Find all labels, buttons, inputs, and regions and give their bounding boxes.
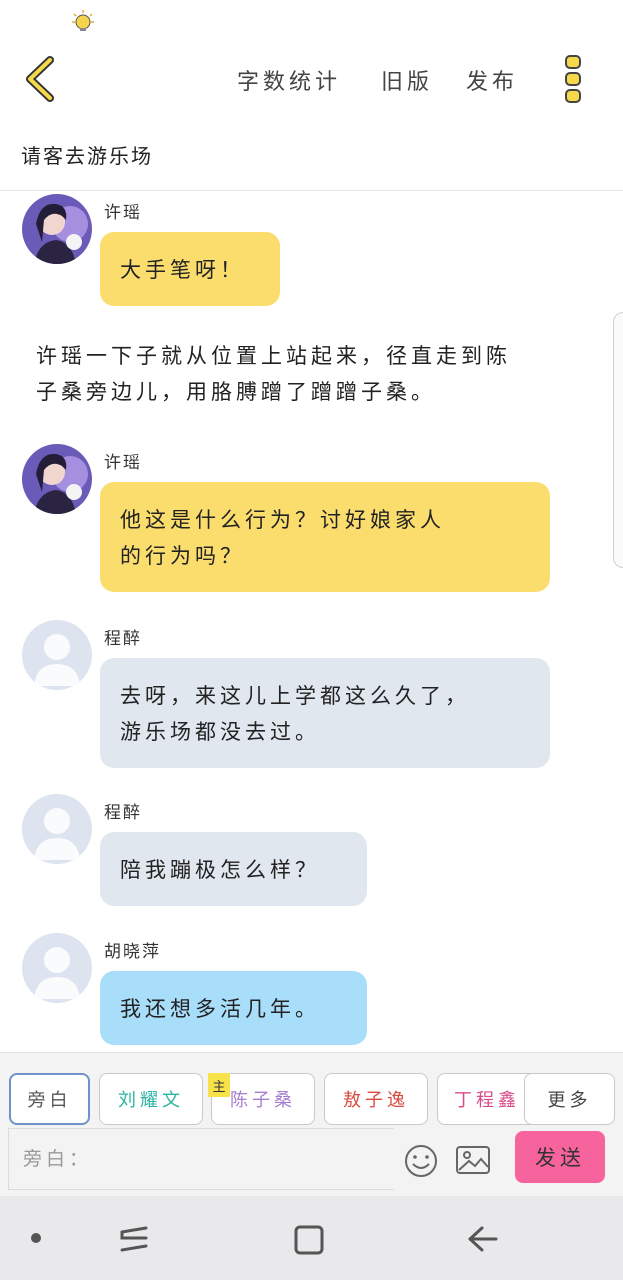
message-input[interactable] [9,1129,394,1189]
default-avatar-icon [22,620,92,690]
recent-apps-icon[interactable] [118,1224,150,1254]
message-bubble[interactable]: 我还想多活几年。 [100,971,367,1045]
sender-name: 程醉 [104,803,142,823]
chapter-title: 请客去游乐场 [21,144,153,168]
avatar-photo-icon [22,444,92,514]
narration-line: 许瑶一下子就从位置上站起来，径直走到陈 [36,344,511,368]
default-avatar-icon [22,794,92,864]
role-tab-ding-chengxin[interactable]: 丁程鑫 [437,1073,537,1125]
sender-name: 胡晓萍 [104,942,161,962]
compose-panel: 旁白 刘耀文 陈子桑 主 敖子逸 丁程鑫 更多 发送 [0,1052,623,1196]
more-roles-button[interactable]: 更多 [524,1073,615,1125]
sender-name: 程醉 [104,629,142,649]
scroll-handle[interactable] [613,312,623,568]
old-version-button[interactable]: 旧版 [381,64,433,96]
sender-name: 许瑶 [104,453,142,473]
publish-button[interactable]: 发布 [466,64,518,96]
avatar-photo-icon [22,194,92,264]
role-tab-ao-ziyi[interactable]: 敖子逸 [324,1073,428,1125]
message-bubble[interactable]: 他这是什么行为？讨好娘家人 的行为吗？ [100,482,550,592]
avatar[interactable] [22,933,92,1003]
message-line: 的行为吗？ [120,544,245,568]
vertical-dots-icon[interactable] [558,52,588,106]
avatar[interactable] [22,194,92,264]
home-icon[interactable] [293,1224,325,1256]
message-line: 去呀，来这儿上学都这么久了， [120,684,470,708]
avatar[interactable] [22,620,92,690]
sender-name: 许瑶 [104,203,142,223]
message-line: 游乐场都没去过。 [120,720,320,744]
top-toolbar: 字数统计 旧版 发布 [0,40,623,120]
lightbulb-icon [72,10,94,31]
role-tab-liu-yaowen[interactable]: 刘耀文 [99,1073,203,1125]
emoji-icon[interactable] [404,1144,438,1178]
message-bubble[interactable]: 去呀，来这儿上学都这么久了， 游乐场都没去过。 [100,658,550,768]
send-button[interactable]: 发送 [515,1131,605,1183]
status-bar [0,0,623,40]
dot-icon[interactable] [30,1232,42,1244]
divider [0,190,623,191]
word-count-button[interactable]: 字数统计 [237,64,341,96]
message-bubble[interactable]: 陪我蹦极怎么样？ [100,832,367,906]
narration-line: 子桑旁边儿，用胳膊蹭了蹭蹭子桑。 [36,380,436,404]
back-chevron-icon[interactable] [20,54,64,104]
back-arrow-icon[interactable] [466,1224,500,1254]
image-icon[interactable] [455,1144,491,1176]
message-bubble[interactable]: 大手笔呀！ [100,232,280,306]
default-avatar-icon [22,933,92,1003]
message-input-box [8,1128,394,1190]
system-navbar [0,1196,623,1280]
avatar[interactable] [22,444,92,514]
narration-text: 许瑶一下子就从位置上站起来，径直走到陈 子桑旁边儿，用胳膊蹭了蹭蹭子桑。 [36,338,596,410]
avatar[interactable] [22,794,92,864]
message-line: 他这是什么行为？讨好娘家人 [120,508,445,532]
role-tab-narration[interactable]: 旁白 [9,1073,90,1125]
host-badge: 主 [208,1073,230,1097]
